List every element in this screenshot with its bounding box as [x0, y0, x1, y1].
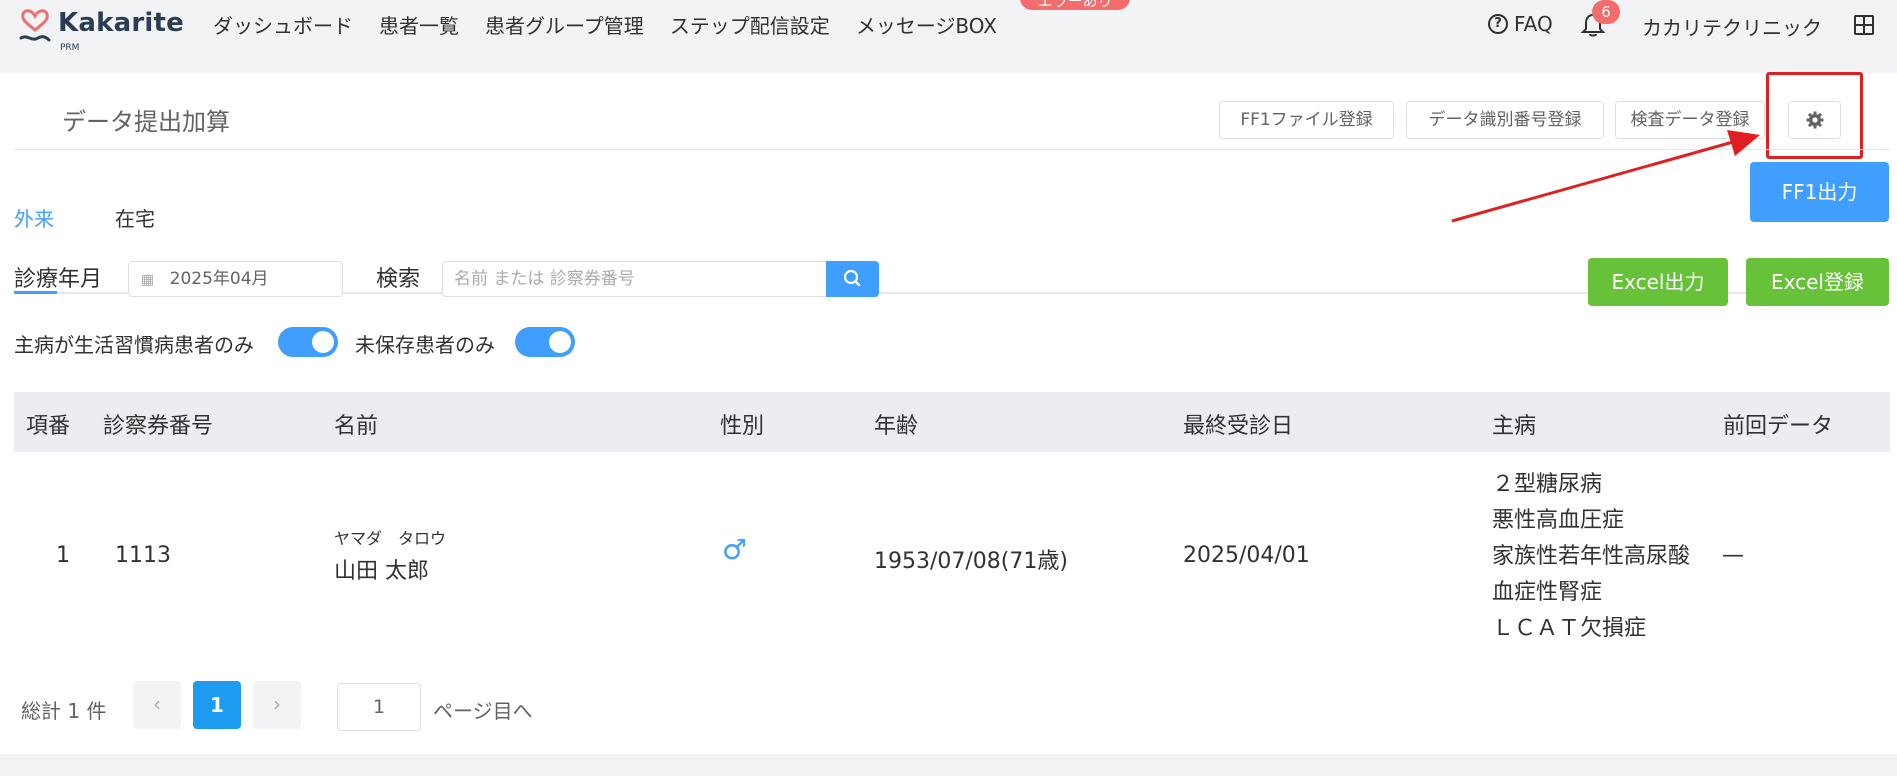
male-icon: ♂: [722, 533, 748, 566]
cell-name[interactable]: 山田 太郎: [334, 553, 429, 585]
brand-sub: PRM: [60, 43, 80, 53]
table-header: 項番 診察券番号 名前 性別 年齢 最終受診日 主病 前回データ: [14, 392, 1890, 452]
calendar-icon: ▦: [141, 272, 155, 288]
pagination-prev-button[interactable]: ‹: [133, 681, 181, 729]
toggle-unsaved-only[interactable]: [515, 327, 575, 357]
cell-no: 1: [56, 543, 70, 568]
faq-label: FAQ: [1514, 12, 1553, 36]
cell-disease-5: ＬＣＡＴ欠損症: [1492, 616, 1647, 641]
nav-item-dashboard[interactable]: ダッシュボード: [213, 10, 353, 39]
excel-output-button[interactable]: Excel出力: [1588, 258, 1728, 306]
month-label: 診療年月: [14, 267, 103, 292]
toggle-lifestyle-label: 主病が生活習慣病患者のみ: [14, 333, 254, 357]
cell-card-no: 1113: [115, 543, 171, 568]
th-no: 項番: [26, 414, 71, 439]
cell-disease-4: 血症性腎症: [1492, 580, 1603, 605]
month-value: 2025年04月: [169, 269, 269, 289]
app-logo[interactable]: Kakarite PRM: [18, 8, 184, 53]
toggle-lifestyle-disease[interactable]: [278, 327, 338, 357]
nav-item-patients[interactable]: 患者一覧: [379, 10, 459, 39]
header-divider: [14, 149, 1890, 150]
nav-item-patient-groups[interactable]: 患者グループ管理: [485, 10, 644, 39]
search-input[interactable]: 名前 または 診察券番号: [442, 261, 827, 297]
error-badge: エラーあり: [1020, 0, 1130, 10]
tab-outpatient[interactable]: 外来: [14, 203, 54, 232]
search-label: 検索: [376, 267, 421, 292]
th-main-disease: 主病: [1492, 414, 1537, 439]
excel-register-button[interactable]: Excel登録: [1746, 258, 1889, 306]
search-icon: [843, 269, 861, 287]
highlight-box: [1766, 72, 1863, 159]
pagination-goto-label: ページ目へ: [433, 699, 533, 723]
th-last-visit: 最終受診日: [1183, 414, 1294, 439]
nav-item-message-box[interactable]: メッセージBOX: [856, 10, 997, 39]
top-nav: Kakarite PRM ダッシュボード 患者一覧 患者グループ管理 ステップ配…: [0, 0, 1897, 73]
search-button[interactable]: [826, 261, 879, 297]
th-card-no: 診察券番号: [103, 414, 214, 439]
cell-disease-1: ２型糖尿病: [1492, 472, 1603, 497]
th-prev-data: 前回データ: [1723, 414, 1834, 439]
exam-data-register-button[interactable]: 検査データ登録: [1615, 101, 1765, 139]
pagination-next-button[interactable]: ›: [253, 681, 301, 729]
cell-age: 1953/07/08(71歳): [874, 549, 1068, 574]
pagination-total: 総計 1 件: [21, 699, 107, 723]
th-age: 年齢: [874, 414, 919, 439]
brand-name: Kakarite: [58, 8, 184, 38]
nav-item-step-delivery[interactable]: ステップ配信設定: [670, 10, 830, 39]
toggle-unsaved-label: 未保存患者のみ: [355, 333, 495, 357]
app-grid-icon[interactable]: [1854, 15, 1874, 35]
cell-last-visit: 2025/04/01: [1183, 543, 1310, 568]
data-id-register-button[interactable]: データ識別番号登録: [1406, 101, 1604, 139]
search-placeholder: 名前 または 診察券番号: [454, 269, 635, 289]
notification-count-badge: 6: [1592, 0, 1620, 24]
cell-disease-2: 悪性高血圧症: [1492, 508, 1625, 533]
clinic-name[interactable]: カカリテクリニック: [1642, 12, 1822, 41]
cell-prev-data: —: [1722, 543, 1744, 568]
pagination-goto-input[interactable]: 1: [337, 683, 421, 731]
question-icon: ?: [1488, 14, 1508, 34]
page-title: データ提出加算: [62, 108, 230, 136]
main-panel: データ提出加算 FF1ファイル登録 データ識別番号登録 検査データ登録 FF1出…: [0, 72, 1897, 754]
ff1-file-register-button[interactable]: FF1ファイル登録: [1219, 101, 1394, 139]
heart-logo-icon: [19, 9, 51, 42]
tab-home-care[interactable]: 在宅: [115, 203, 155, 232]
th-name: 名前: [334, 414, 379, 439]
main-nav: ダッシュボード 患者一覧 患者グループ管理 ステップ配信設定 メッセージBOX: [213, 10, 997, 39]
cell-name-kana: ヤマダ タロウ: [334, 529, 447, 548]
cell-disease-3: 家族性若年性高尿酸: [1492, 544, 1691, 569]
pagination-page-1[interactable]: 1: [193, 681, 241, 729]
month-picker[interactable]: ▦ 2025年04月: [128, 261, 343, 297]
faq-link[interactable]: ? FAQ: [1488, 12, 1553, 36]
th-gender: 性別: [720, 414, 765, 439]
